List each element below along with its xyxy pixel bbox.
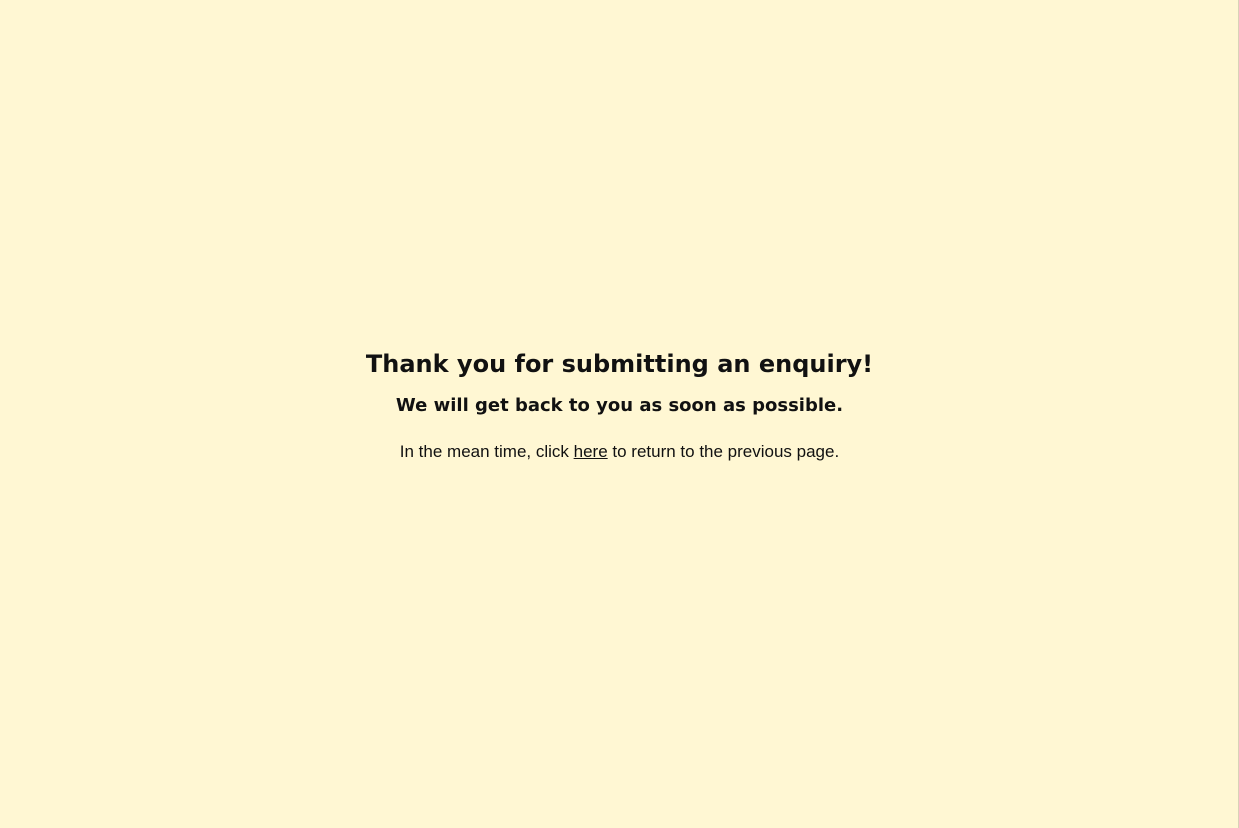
return-link[interactable]: here: [574, 442, 608, 461]
page-subtitle: We will get back to you as soon as possi…: [395, 395, 844, 416]
return-message-suffix: to return to the previous page.: [607, 442, 840, 461]
return-message-prefix: In the mean time, click: [399, 442, 574, 461]
page-title: Thank you for submitting an enquiry!: [365, 350, 874, 378]
confirmation-content: Thank you for submitting an enquiry! We …: [0, 346, 1239, 464]
return-message: In the mean time, click here to return t…: [0, 440, 1239, 464]
